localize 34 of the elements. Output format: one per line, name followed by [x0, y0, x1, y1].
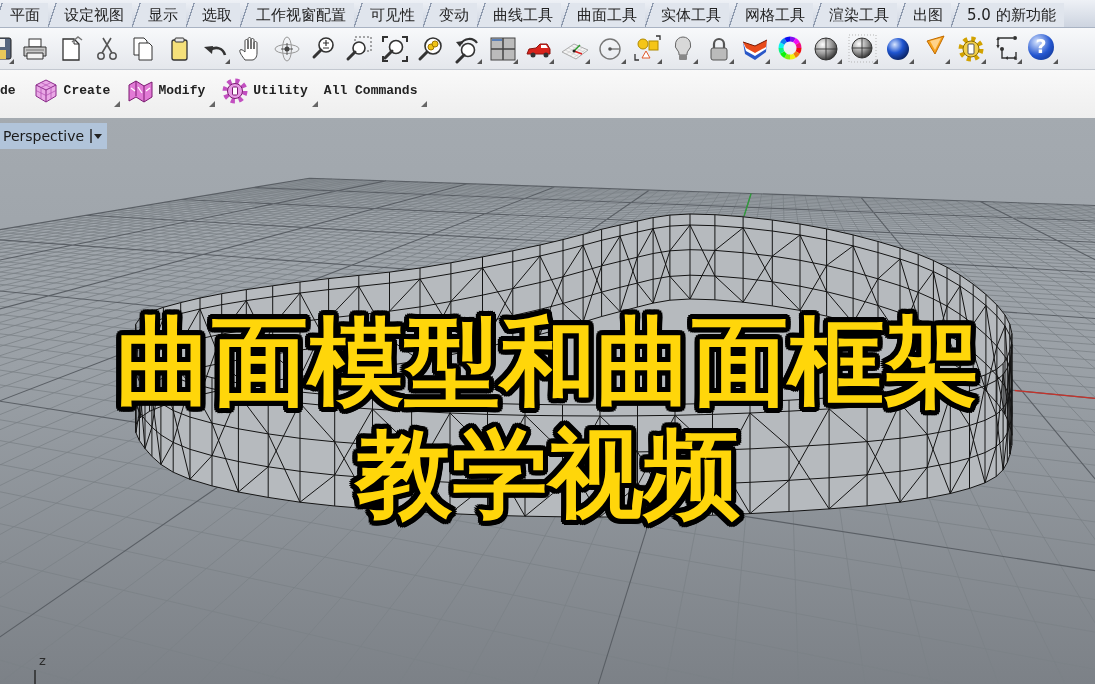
toolbar-tab[interactable]: 渲染工具 — [813, 3, 897, 27]
orbit-icon[interactable] — [272, 33, 302, 64]
command-button[interactable]: Create — [31, 71, 121, 111]
toolbar-tab[interactable]: 显示 — [132, 3, 186, 27]
command-button[interactable]: Utility — [221, 71, 318, 111]
shapes-icon[interactable] — [632, 33, 662, 64]
sphere-grid-icon[interactable] — [848, 33, 878, 64]
viewport-title-button[interactable]: Perspective — [0, 123, 108, 149]
gear-icon — [221, 77, 250, 105]
toolbar-tab[interactable]: 曲面工具 — [561, 3, 645, 27]
toolbar-tab[interactable]: 5.0 的新功能 — [951, 3, 1064, 27]
toolbar-tab[interactable]: 平面 — [0, 3, 48, 27]
toolbar-tab[interactable]: 网格工具 — [729, 3, 813, 27]
command-button[interactable]: Modify — [126, 71, 216, 111]
flyout-arrow-icon[interactable] — [311, 101, 318, 107]
toolbar-tab[interactable]: 曲线工具 — [477, 3, 561, 27]
y-axis-line — [743, 192, 752, 217]
flyout-arrow-icon[interactable] — [421, 101, 428, 107]
z-axis-line — [34, 670, 36, 684]
flyout-arrow-icon[interactable] — [1053, 58, 1058, 64]
toolbar-tab[interactable]: 工作视窗配置 — [240, 3, 354, 27]
caret-down-icon[interactable] — [90, 128, 104, 144]
toolbar-tab[interactable]: 变动 — [423, 3, 477, 27]
magnifier-corners-icon[interactable] — [380, 33, 410, 64]
toolbar-tab[interactable]: 出图 — [897, 3, 951, 27]
command-button[interactable]: All Commands — [323, 71, 428, 111]
flyout-arrow-icon[interactable] — [209, 101, 216, 107]
toolbar-tab[interactable]: 选取 — [186, 3, 240, 27]
toolbar-tab[interactable]: 实体工具 — [645, 3, 729, 27]
command-button[interactable]: de — [0, 71, 16, 111]
toolbar-tab[interactable]: 可见性 — [354, 3, 423, 27]
toolbar-tab[interactable]: 设定视图 — [48, 3, 132, 27]
flyout-arrow-icon[interactable] — [114, 101, 121, 107]
axis-label: z — [39, 654, 46, 668]
